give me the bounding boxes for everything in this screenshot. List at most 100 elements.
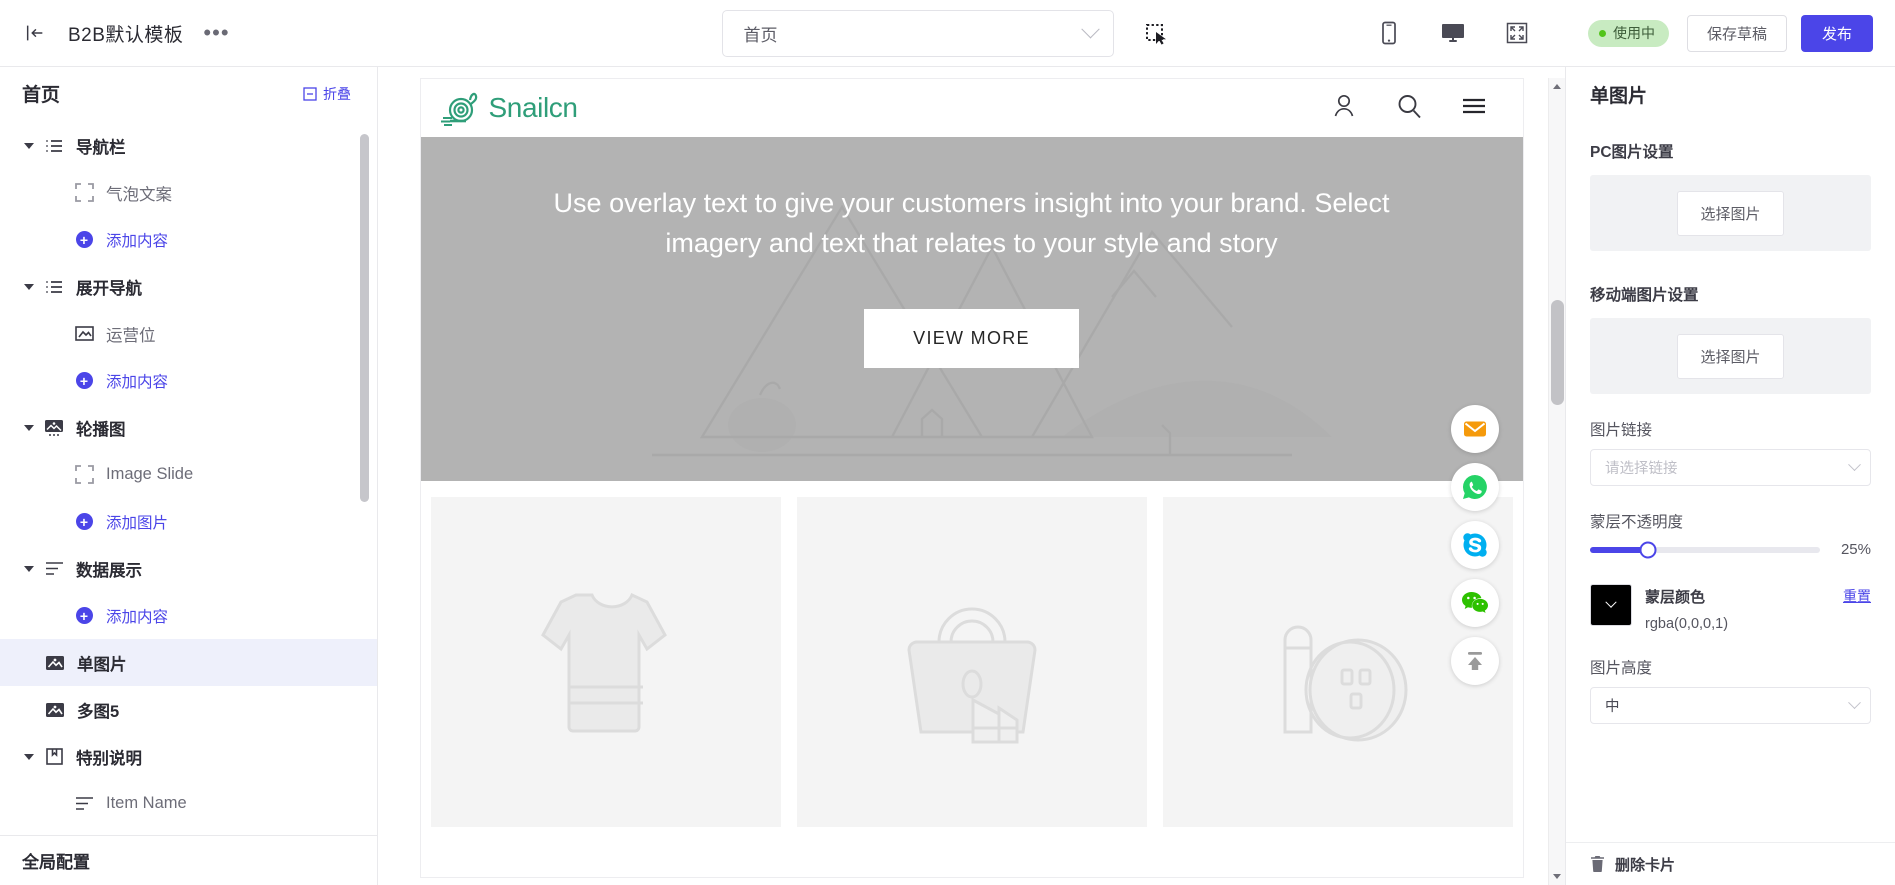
tree-item-label: 数据展示 <box>76 561 142 580</box>
tree-item-label: 单图片 <box>77 655 127 674</box>
template-more-button[interactable]: ••• <box>199 22 233 44</box>
snail-logo-icon <box>440 92 477 126</box>
desktop-icon <box>1441 24 1464 42</box>
tree-item-添加内容[interactable]: + 添加内容 <box>0 357 377 404</box>
delete-card-button[interactable]: 删除卡片 <box>1566 842 1895 885</box>
inspector-scroll-region: 单图片 PC图片设置 选择图片 移动端图片设置 选择图片 图片链接 请选择链接 … <box>1566 67 1895 842</box>
list-icon <box>43 135 65 157</box>
canvas-scrollbar-track[interactable] <box>1549 95 1566 868</box>
account-icon <box>1334 94 1353 116</box>
tree-item-数据展示[interactable]: 数据展示 <box>0 545 377 592</box>
back-to-top-button[interactable] <box>1450 637 1499 685</box>
caret-down-icon[interactable] <box>21 279 37 295</box>
mobile-select-image-button[interactable]: 选择图片 <box>1677 333 1784 379</box>
mask-opacity-slider-row: 25% <box>1590 541 1871 558</box>
canvas-area: Snailcn Use overlay text to give your cu… <box>378 67 1565 885</box>
pc-select-image-button[interactable]: 选择图片 <box>1677 190 1784 236</box>
right-inspector-panel: 单图片 PC图片设置 选择图片 移动端图片设置 选择图片 图片链接 请选择链接 … <box>1565 67 1895 885</box>
product-card-bag[interactable] <box>796 497 1147 827</box>
wechat-float-button[interactable] <box>1450 579 1499 627</box>
mask-color-reset-button[interactable]: 重置 <box>1843 584 1871 606</box>
page-selector[interactable]: 首页 <box>721 10 1114 57</box>
search-icon <box>1398 94 1421 118</box>
tree-item-轮播图[interactable]: 轮播图 <box>0 404 377 451</box>
triangle-up-icon <box>1553 84 1561 89</box>
menu-button[interactable] <box>1459 91 1489 126</box>
tree-item-image-slide[interactable]: Image Slide <box>0 451 377 498</box>
tree-item-多图5[interactable]: 多图5 <box>0 686 377 733</box>
tree-item-item-name[interactable]: Item Name <box>0 780 377 827</box>
chevron-down-icon <box>1848 696 1861 710</box>
hero-view-more-button[interactable]: VIEW MORE <box>864 309 1079 369</box>
skype-float-button[interactable] <box>1450 521 1499 569</box>
status-badge-label: 使用中 <box>1612 25 1655 41</box>
publish-button[interactable]: 发布 <box>1800 14 1873 52</box>
account-button[interactable] <box>1329 91 1359 126</box>
status-badge: 使用中 <box>1587 19 1669 47</box>
tree-item-运营位[interactable]: 运营位 <box>0 310 377 357</box>
menu-hamburger-icon <box>1462 98 1485 113</box>
slider-knob[interactable] <box>1639 541 1656 558</box>
caret-down-icon[interactable] <box>21 561 37 577</box>
hero-overlay-text: Use overlay text to give your customers … <box>553 188 1390 258</box>
trash-icon <box>1591 856 1604 872</box>
global-config-button[interactable]: 全局配置 <box>0 835 377 885</box>
site-preview-frame: Snailcn Use overlay text to give your cu… <box>419 78 1524 878</box>
save-draft-button[interactable]: 保存草稿 <box>1686 14 1787 52</box>
image-link-select[interactable]: 请选择链接 <box>1590 449 1871 486</box>
collapse-all-button[interactable]: 折叠 <box>303 84 351 104</box>
whatsapp-float-button[interactable] <box>1450 463 1499 511</box>
status-dot-icon <box>1598 29 1606 37</box>
tree-item-导航栏[interactable]: 导航栏 <box>0 122 377 169</box>
canvas-scroll-down-button[interactable] <box>1549 868 1566 885</box>
product-card-tshirt[interactable] <box>430 497 781 827</box>
site-header-icons <box>1329 91 1489 126</box>
hero-banner[interactable]: Use overlay text to give your customers … <box>420 137 1523 481</box>
tree-item-添加图片[interactable]: + 添加图片 <box>0 498 377 545</box>
search-button[interactable] <box>1394 91 1424 126</box>
tree-item-添加内容[interactable]: + 添加内容 <box>0 592 377 639</box>
caret-down-icon[interactable] <box>21 138 37 154</box>
canvas-scroll-up-button[interactable] <box>1549 78 1566 95</box>
tree-item-展开导航[interactable]: 展开导航 <box>0 263 377 310</box>
tree-item-单图片[interactable]: 单图片 <box>0 639 377 686</box>
mask-color-swatch[interactable] <box>1590 584 1632 626</box>
mobile-image-dropzone[interactable]: 选择图片 <box>1590 318 1871 394</box>
back-button[interactable] <box>18 16 52 50</box>
tree-item-label: 轮播图 <box>76 420 126 439</box>
floating-contact-rail <box>1450 405 1499 685</box>
caret-down-icon[interactable] <box>21 749 37 765</box>
carousel-icon <box>43 417 65 439</box>
canvas-scrollbar[interactable] <box>1548 78 1565 885</box>
frame-icon <box>73 182 95 204</box>
hero-content: Use overlay text to give your customers … <box>421 137 1523 369</box>
tree-item-label: 添加内容 <box>106 608 169 626</box>
fullscreen-preview-button[interactable] <box>1500 16 1534 50</box>
collapse-icon <box>303 86 317 101</box>
email-float-button[interactable] <box>1450 405 1499 453</box>
sidebar-scroll-region: 导航栏 气泡文案 + 添加内容 展开导航 运营位 + 添加内容 轮播图 Image Slide + 添… <box>0 120 377 835</box>
mask-opacity-slider[interactable] <box>1590 541 1820 558</box>
cosmetics-placeholder-icon <box>1283 625 1408 741</box>
caret-down-icon[interactable] <box>21 420 37 436</box>
image-link-placeholder: 请选择链接 <box>1605 461 1678 477</box>
editor-body: 首页 折叠 导航栏 气泡文案 + 添加内容 展开导航 运营位 + 添加内容 轮播图 Image S… <box>0 67 1895 885</box>
marquee-select-tool[interactable] <box>1138 16 1174 52</box>
tree-item-label: 展开导航 <box>76 279 142 298</box>
pc-image-dropzone[interactable]: 选择图片 <box>1590 175 1871 251</box>
product-card-row <box>420 481 1523 827</box>
tree-item-气泡文案[interactable]: 气泡文案 <box>0 169 377 216</box>
canvas-scrollbar-thumb[interactable] <box>1550 300 1564 405</box>
mobile-preview-button[interactable] <box>1372 16 1406 50</box>
mask-opacity-value: 25% <box>1840 541 1871 558</box>
desktop-preview-button[interactable] <box>1436 16 1470 50</box>
tree-item-添加内容[interactable]: + 添加内容 <box>0 216 377 263</box>
plus-circle-icon: + <box>73 605 95 627</box>
site-logo-text: Snailcn <box>488 92 578 123</box>
site-logo[interactable]: Snailcn <box>437 88 578 128</box>
image-height-select[interactable]: 中 <box>1590 687 1871 724</box>
tree-item-特别说明[interactable]: 特别说明 <box>0 733 377 780</box>
note-icon <box>43 746 65 768</box>
sidebar-title: 首页 <box>22 85 61 106</box>
image-height-value: 中 <box>1605 699 1620 715</box>
